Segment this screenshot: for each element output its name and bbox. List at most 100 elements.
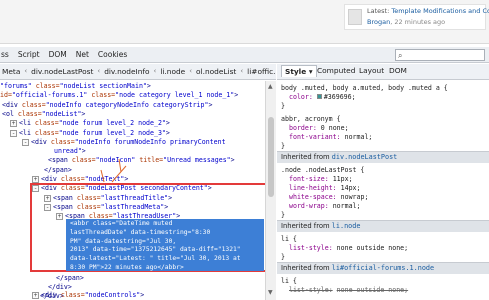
breadcrumb-item[interactable]: Meta — [1, 67, 21, 76]
notification-meta: Brogan, 22 minutes ago — [367, 18, 446, 26]
tree-token: class= — [30, 128, 59, 137]
tree-token: class= — [56, 291, 85, 300]
rule-property[interactable]: border: 0 none; — [289, 124, 349, 133]
tree-token: "nodeInfo forumNodeInfo primaryContent — [74, 137, 226, 146]
chevron-left-icon: ‹ — [24, 67, 28, 75]
rule-property[interactable]: font-variant: normal; — [289, 133, 372, 142]
inherited-header: Inherited from div.nodeLastPost — [277, 151, 489, 163]
tree-token: <div — [41, 175, 57, 183]
tab-dom[interactable]: DOM — [389, 66, 407, 75]
breadcrumb-item[interactable]: li.node — [159, 67, 186, 76]
tree-token: <li — [19, 128, 31, 137]
tree-node-line[interactable]: + <div class="nodeControls"> — [32, 291, 144, 300]
expand-icon[interactable]: + — [10, 120, 17, 128]
tree-node-line[interactable]: <ol class="nodeList"> — [2, 110, 85, 119]
breadcrumb-item[interactable]: div.nodeInfo — [103, 67, 150, 76]
collapse-icon[interactable]: - — [10, 129, 17, 137]
tree-token: > — [234, 91, 239, 100]
rule-property[interactable]: line-height: 14px; — [289, 184, 360, 193]
rule-selector: .node .nodeLastPost { — [281, 166, 365, 174]
tree-token: id= — [0, 91, 12, 100]
tree-token: "nodeControls" — [84, 291, 141, 300]
page-background-strip: Latest: Template Modifications and Com..… — [0, 0, 489, 44]
tab-script[interactable]: Script — [17, 50, 41, 59]
tree-token: "nodeText" — [84, 175, 125, 183]
tree-token: </span> — [44, 165, 72, 174]
tab-computed[interactable]: Computed — [317, 66, 355, 75]
tree-token: "official-forums.1" — [11, 91, 88, 100]
tree-node-line[interactable]: id="official-forums.1" class="node categ… — [0, 91, 238, 100]
side-panel-tabs: Style ▾ Computed Layout DOM — [277, 64, 489, 80]
tree-token: > — [165, 119, 170, 128]
inherited-link[interactable]: li.node — [332, 222, 361, 230]
tree-token: > — [140, 291, 145, 300]
expand-icon[interactable]: + — [32, 292, 39, 300]
tree-token: > — [81, 109, 86, 118]
post-time: 22 minutes ago — [394, 18, 446, 26]
chevron-down-icon: ▾ — [308, 67, 313, 76]
expand-icon[interactable]: + — [32, 176, 39, 183]
tree-node-line[interactable]: "forums" class="nodeList sectionMain"> — [0, 82, 151, 91]
breadcrumb-item[interactable]: div.nodeLastPost — [30, 67, 94, 76]
tab-cookies[interactable]: Cookies — [97, 50, 128, 59]
breadcrumb-item[interactable]: li#offic...s1.nc — [246, 67, 276, 76]
thread-link[interactable]: Template Modifications and Com... — [391, 7, 489, 15]
tab-layout[interactable]: Layout — [359, 66, 384, 75]
tree-token: class= — [31, 82, 60, 90]
tree-token: </span> — [56, 273, 84, 282]
tree-token: unread" — [54, 147, 82, 156]
breadcrumb: Meta ‹ div.nodeLastPost ‹ div.nodeInfo ‹… — [0, 64, 276, 80]
inherited-link[interactable]: div.nodeLastPost — [332, 153, 397, 161]
chevron-left-icon: ‹ — [189, 67, 193, 75]
tree-node-line[interactable]: unread"> — [54, 147, 86, 156]
inherited-header: Inherited from li.node — [277, 220, 489, 232]
search-input[interactable]: ⌕ — [395, 49, 485, 61]
tab-net[interactable]: Net — [75, 50, 90, 59]
tree-node-line[interactable]: </span> — [56, 274, 84, 283]
tree-token: <div — [2, 100, 18, 109]
tree-node-line[interactable]: - <div class="nodeInfo forumNodeInfo prim… — [22, 138, 226, 147]
tree-token: "nodeList" — [41, 109, 82, 118]
tree-token: <div — [41, 291, 57, 300]
tree-token: class= — [13, 109, 42, 118]
tree-scrollbar[interactable]: ▲ ▼ — [265, 81, 276, 300]
tab-dom[interactable]: DOM — [48, 50, 68, 59]
rule-property[interactable]: font-size: 11px; — [289, 175, 353, 184]
tree-node-line[interactable]: </span> — [44, 166, 72, 175]
tree-node-line[interactable]: <div class="nodeInfo categoryNodeInfo ca… — [2, 101, 212, 110]
style-pane[interactable]: body .muted, body a.muted, body .muted a… — [277, 81, 489, 300]
tree-token: > — [124, 175, 129, 183]
breadcrumb-item[interactable]: ol.nodeList — [195, 67, 237, 76]
tree-token: <li — [19, 119, 31, 128]
avatar — [348, 9, 362, 25]
notification-line: Latest: Template Modifications and Com..… — [367, 7, 489, 15]
tree-token: "nodeIcon" — [95, 156, 136, 165]
tab-css[interactable]: ss — [0, 50, 10, 59]
tree-node-line[interactable]: - <li class="node forum level_2 node_3"> — [10, 129, 170, 138]
latest-notification[interactable]: Latest: Template Modifications and Com..… — [344, 4, 489, 30]
inherited-link[interactable]: li#official-forums.1.node — [332, 264, 434, 272]
rule-property[interactable]: list-style: none outside none; — [289, 244, 408, 253]
tree-token: > — [81, 147, 86, 156]
tree-token: "node forum level_2 node_3" — [58, 128, 166, 137]
scroll-thumb[interactable] — [268, 117, 274, 197]
tree-node-line[interactable]: + <li class="node forum level_2 node_2"> — [10, 119, 170, 128]
collapse-icon[interactable]: - — [22, 138, 29, 146]
rule-property[interactable]: color: #369696; — [289, 93, 356, 102]
tab-style[interactable]: Style ▾ — [281, 65, 317, 77]
tree-token: class= — [67, 156, 96, 165]
scroll-down-icon[interactable]: ▼ — [268, 289, 273, 296]
rule-property[interactable]: list-style: none outside none; — [289, 286, 408, 295]
rule-selector: li { — [281, 277, 297, 285]
scroll-up-icon[interactable]: ▲ — [268, 83, 273, 90]
tree-token: "Unread messages" — [163, 156, 231, 165]
tree-token: "node forum level_2 node_2" — [58, 119, 166, 128]
tree-node-line[interactable]: <span class="nodeIcon" title="Unread mes… — [48, 156, 235, 165]
rule-property[interactable]: white-space: nowrap; — [289, 193, 368, 202]
chevron-left-icon: ‹ — [240, 67, 244, 75]
chevron-left-icon: ‹ — [153, 67, 157, 75]
selected-abbr-node[interactable]: <abbr class="DateTime muted lastThreadDa… — [66, 219, 264, 271]
user-link[interactable]: Brogan — [367, 18, 390, 26]
rule-property[interactable]: word-wrap: normal; — [289, 202, 360, 211]
tree-token: > — [165, 128, 170, 137]
